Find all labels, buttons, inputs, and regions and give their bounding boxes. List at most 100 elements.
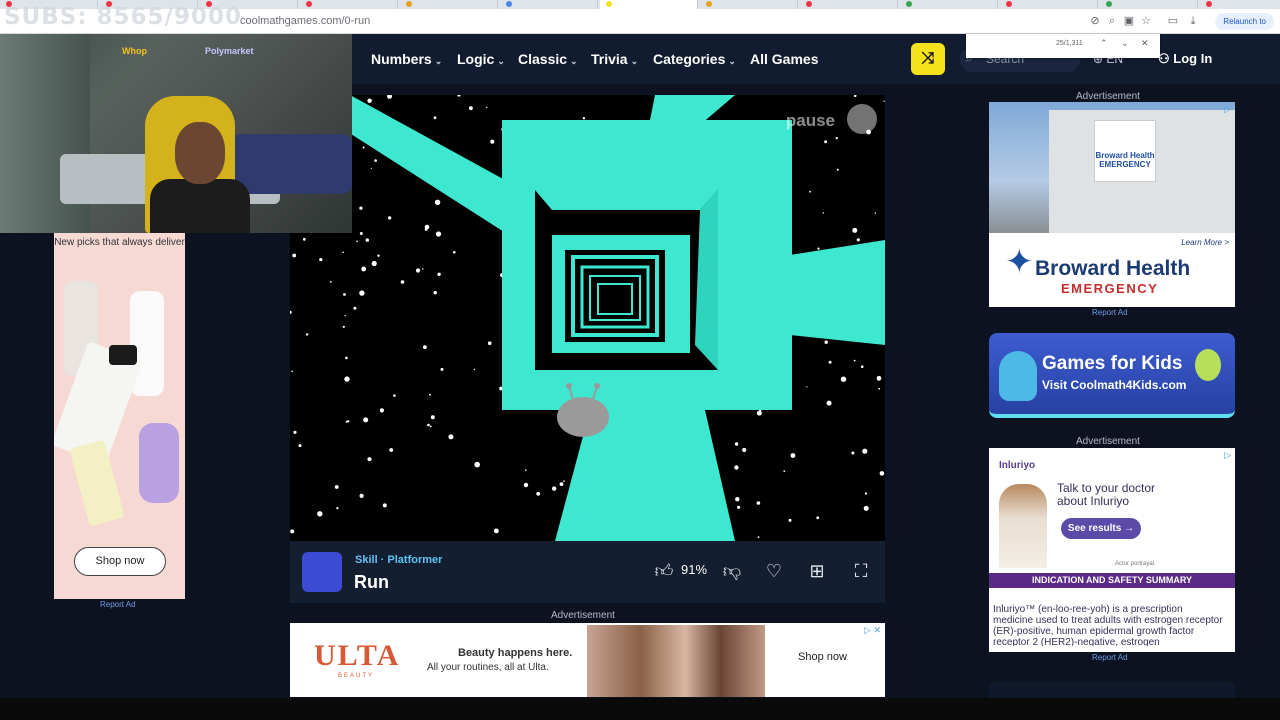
star bbox=[490, 139, 495, 144]
chevron-down-icon: ⌄ bbox=[570, 56, 578, 66]
report-ad-link[interactable]: Report Ad bbox=[1092, 308, 1128, 317]
star bbox=[816, 516, 820, 520]
star bbox=[343, 293, 346, 296]
ad-label: Advertisement bbox=[1076, 91, 1140, 102]
nav-trivia[interactable]: Trivia ⌄ bbox=[591, 51, 638, 67]
pause-button[interactable] bbox=[847, 104, 877, 134]
login-button[interactable]: ⚇ Log In bbox=[1158, 51, 1212, 67]
install-icon[interactable]: ▣ bbox=[1122, 14, 1136, 28]
block-icon[interactable]: ⊘ bbox=[1088, 14, 1102, 28]
star bbox=[469, 106, 473, 111]
product-image bbox=[69, 439, 125, 527]
browser-tab[interactable] bbox=[500, 0, 598, 9]
star bbox=[735, 497, 740, 502]
star bbox=[361, 266, 367, 272]
inluriyo-ad[interactable]: Inluriyo Talk to your doctor about Inlur… bbox=[989, 448, 1235, 652]
find-next-icon[interactable]: ⌄ bbox=[1121, 38, 1129, 49]
star bbox=[437, 272, 441, 276]
relaunch-button[interactable]: Relaunch to bbox=[1215, 13, 1274, 30]
download-icon[interactable]: ⤓ bbox=[1186, 14, 1200, 28]
nav-categories[interactable]: Categories ⌄ bbox=[653, 51, 736, 67]
nav-classic[interactable]: Classic ⌄ bbox=[518, 51, 578, 67]
sidepanel-icon[interactable]: ▭ bbox=[1166, 14, 1180, 28]
star bbox=[852, 227, 858, 233]
fullscreen-icon[interactable]: ⛶ bbox=[850, 560, 872, 582]
game-thumbnail bbox=[302, 552, 342, 592]
nav-logic[interactable]: Logic ⌄ bbox=[457, 51, 505, 67]
game-category[interactable]: Skill · Platformer bbox=[355, 554, 442, 566]
star bbox=[353, 306, 357, 310]
browser-tab[interactable] bbox=[1100, 0, 1198, 9]
star bbox=[822, 212, 824, 214]
bookmark-star-icon[interactable]: ☆ bbox=[1139, 14, 1153, 28]
star bbox=[448, 434, 454, 440]
broward-health-ad[interactable]: Broward Health EMERGENCY Learn More > ✦ … bbox=[989, 102, 1235, 307]
star bbox=[293, 430, 297, 434]
browser-tab-active[interactable] bbox=[600, 0, 698, 9]
browser-tab[interactable] bbox=[300, 0, 398, 9]
game-canvas[interactable]: pause bbox=[290, 95, 885, 541]
chevron-down-icon: ⌄ bbox=[630, 56, 639, 66]
star bbox=[362, 146, 365, 149]
broward-name: Broward Health bbox=[1035, 257, 1191, 280]
star bbox=[457, 95, 461, 97]
browser-tab[interactable] bbox=[400, 0, 498, 9]
star bbox=[336, 507, 339, 510]
find-bar[interactable]: 25/1,311 ⌃ ⌄ ✕ bbox=[966, 34, 1160, 58]
nav-numbers[interactable]: Numbers ⌄ bbox=[371, 51, 442, 67]
add-playlist-icon[interactable]: ⊞ bbox=[806, 560, 828, 582]
adchoices-icon[interactable]: ▷ ✕ bbox=[864, 625, 881, 636]
zoom-icon[interactable]: ⌕ bbox=[1105, 14, 1119, 28]
thumbs-up-icon[interactable]: 👍︎ bbox=[653, 560, 675, 582]
url-text[interactable]: coolmathgames.com/0-run bbox=[240, 15, 370, 27]
browser-tab[interactable] bbox=[700, 0, 798, 9]
report-ad-link[interactable]: Report Ad bbox=[100, 600, 136, 609]
close-icon[interactable]: ✕ bbox=[1141, 38, 1149, 49]
browser-tab[interactable] bbox=[1000, 0, 1098, 9]
ulta-ad[interactable]: ULTA BEAUTY Beauty happens here. All you… bbox=[290, 623, 885, 697]
browser-tab[interactable] bbox=[900, 0, 998, 9]
star bbox=[790, 453, 796, 458]
rating-percent: 91% bbox=[681, 562, 708, 577]
adchoices-icon[interactable]: ▷ bbox=[1224, 104, 1231, 115]
star bbox=[387, 216, 392, 220]
game-scene bbox=[290, 95, 885, 541]
star bbox=[876, 375, 882, 381]
learn-more-link[interactable]: Learn More > bbox=[1181, 238, 1229, 247]
report-ad-link[interactable]: Report Ad bbox=[1092, 653, 1128, 662]
star bbox=[824, 140, 828, 144]
star bbox=[836, 168, 839, 171]
star bbox=[400, 280, 405, 284]
thumbs-down-icon[interactable]: 👎︎ bbox=[721, 560, 743, 582]
star bbox=[334, 485, 339, 489]
star bbox=[344, 315, 346, 317]
star bbox=[371, 260, 377, 267]
ulta-shop-button[interactable]: Shop now bbox=[798, 651, 847, 663]
star bbox=[440, 367, 444, 371]
pause-label[interactable]: pause bbox=[786, 111, 835, 131]
safety-summary-text: Inluriyo™ (en-loo-ree-yoh) is a prescrip… bbox=[993, 604, 1223, 646]
find-prev-icon[interactable]: ⌃ bbox=[1100, 38, 1108, 49]
star bbox=[453, 251, 456, 254]
star bbox=[486, 106, 488, 108]
star bbox=[379, 408, 384, 413]
random-game-button[interactable]: ⤨ bbox=[911, 43, 945, 75]
chevron-down-icon: ⌄ bbox=[728, 56, 736, 66]
chevron-down-icon: ⌄ bbox=[497, 56, 505, 66]
ulta-logo-sub: BEAUTY bbox=[338, 673, 375, 679]
browser-tab[interactable] bbox=[1200, 0, 1280, 9]
heart-icon[interactable]: ♡ bbox=[763, 560, 785, 582]
star bbox=[345, 356, 348, 360]
webcam-couch bbox=[230, 134, 352, 194]
tunnel-panel bbox=[790, 240, 885, 345]
star bbox=[828, 360, 832, 364]
star bbox=[860, 365, 864, 369]
adchoices-icon[interactable]: ▷ bbox=[1224, 450, 1231, 461]
nav-all-games[interactable]: All Games bbox=[750, 51, 818, 67]
star bbox=[525, 469, 527, 471]
see-results-button[interactable]: See results → bbox=[1061, 518, 1141, 539]
shop-now-button[interactable]: Shop now bbox=[74, 547, 166, 576]
left-skyscraper-ad[interactable]: New picks that always deliver Shop now bbox=[54, 233, 185, 599]
browser-tab[interactable] bbox=[800, 0, 898, 9]
coolmath4kids-banner[interactable]: Games for Kids Visit Coolmath4Kids.com bbox=[989, 333, 1235, 418]
